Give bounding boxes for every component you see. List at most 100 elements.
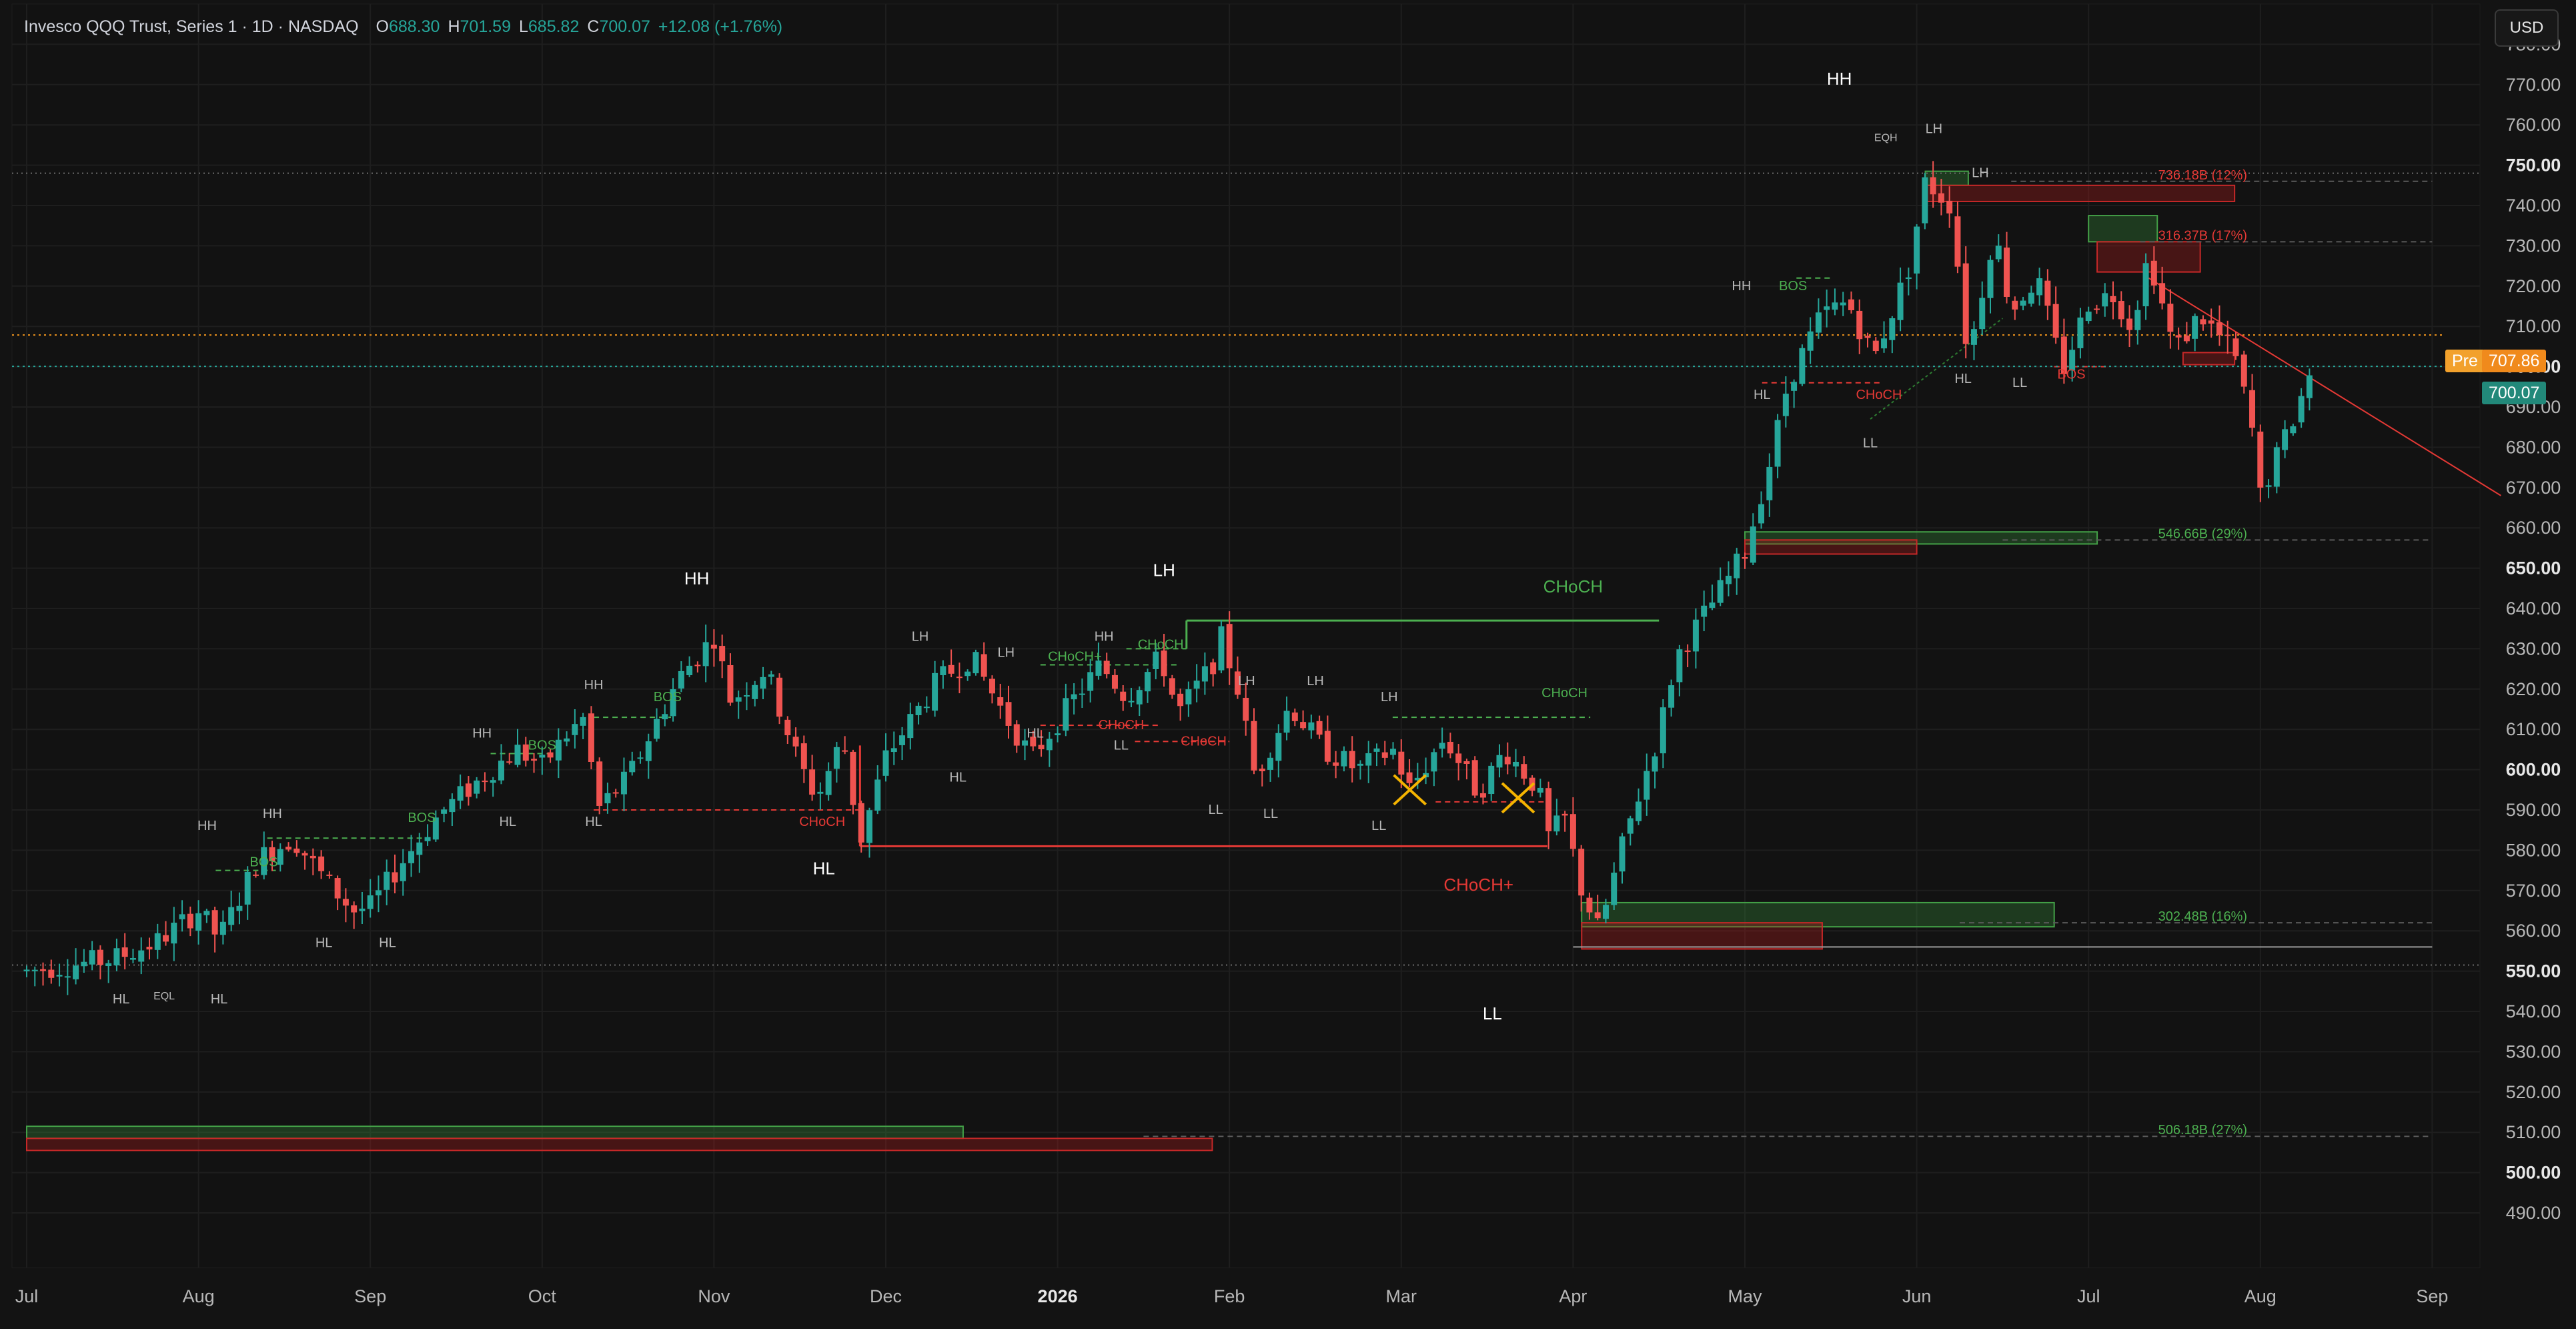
candle-down: [719, 646, 726, 662]
candle-up: [1283, 711, 1290, 733]
candle-up: [441, 809, 448, 814]
structure-label: BOS: [249, 855, 277, 870]
candle-down: [334, 878, 341, 899]
candle-up: [874, 779, 881, 811]
pre-market-price-tag: 707.86: [2482, 350, 2547, 372]
structure-label: BOS: [528, 738, 556, 753]
candle-down: [1300, 722, 1307, 729]
structure-label: LH: [998, 645, 1015, 660]
candle-down: [1946, 200, 1953, 213]
candle-down: [989, 679, 995, 694]
structure-label: HH: [1827, 69, 1852, 89]
candle-down: [792, 737, 799, 747]
candle-up: [1970, 329, 1977, 345]
candle-up: [882, 750, 889, 776]
y-tick-label: 490.00: [2506, 1203, 2561, 1223]
candle-up: [964, 671, 971, 677]
candle-down: [211, 910, 218, 935]
structure-label: LL: [1263, 807, 1278, 821]
structure-label: CHoCH: [1543, 576, 1603, 596]
currency-button[interactable]: USD: [2495, 9, 2559, 47]
candle-down: [506, 761, 513, 763]
candle-down: [809, 769, 816, 795]
candle-up: [580, 717, 586, 726]
candle-up: [498, 761, 504, 781]
candle-down: [1586, 897, 1593, 913]
candle-up: [899, 735, 906, 745]
candle-up: [1668, 685, 1675, 708]
candle-down: [1111, 675, 1118, 689]
candle-down: [252, 874, 259, 876]
symbol-title: Invesco QQQ Trust, Series 1 · 1D · NASDA…: [24, 17, 359, 36]
structure-label: CHoCH: [1098, 718, 1144, 733]
open-label: O: [376, 17, 389, 36]
x-tick-label: Jun: [1902, 1286, 1932, 1306]
candle-up: [1979, 298, 1986, 330]
price-chart[interactable]: 490.00 500.00 510.00 520.00 530.00 540.00 550.…: [0, 0, 2576, 1329]
candle-up: [1308, 722, 1315, 731]
candle-down: [293, 848, 300, 853]
structure-label: HH: [1732, 279, 1751, 294]
volume-level-label: 506.18B (27%): [2158, 1123, 2247, 1138]
candle-down: [1169, 678, 1175, 695]
candle-up: [219, 921, 226, 935]
candle-down: [1938, 193, 1944, 203]
candle-up: [1357, 763, 1363, 766]
candle-up: [1807, 331, 1814, 351]
structure-label: CHoCH: [799, 815, 845, 829]
candle-up: [1652, 756, 1658, 772]
bearish-zone: [26, 1138, 1213, 1152]
candle-up: [244, 871, 251, 905]
candle-down: [187, 913, 193, 929]
candle-down: [1930, 177, 1936, 195]
candle-down: [1561, 813, 1568, 816]
candle-down: [2175, 335, 2182, 338]
candle-up: [367, 895, 374, 909]
candle-up: [555, 739, 562, 761]
candle-up: [1193, 681, 1200, 689]
candle-up: [1701, 605, 1708, 617]
candle-down: [2004, 248, 2010, 297]
candle-up: [1390, 749, 1397, 755]
candle-down: [2159, 283, 2166, 304]
structure-label: HH: [472, 726, 492, 741]
candle-up: [825, 771, 832, 795]
candle-up: [424, 837, 431, 841]
candle-down: [1471, 760, 1478, 796]
candle-down: [1381, 752, 1388, 758]
candle-down: [1578, 849, 1585, 896]
candle-down: [710, 644, 717, 649]
candle-down: [1521, 764, 1527, 779]
candle-down: [342, 899, 349, 906]
candle-up: [2273, 447, 2280, 487]
candle-up: [2020, 300, 2026, 306]
y-tick-label: 750.00: [2506, 155, 2561, 175]
bullish-zone: [2088, 215, 2158, 243]
candle-up: [1758, 504, 1765, 524]
y-tick-label: 560.00: [2506, 921, 2561, 941]
structure-label: HL: [113, 992, 130, 1007]
candle-up: [2036, 278, 2043, 296]
candle-down: [2044, 280, 2051, 306]
candle-up: [654, 719, 660, 739]
candle-up: [1799, 348, 1806, 384]
volume-level-label: 736.18B (12%): [2158, 168, 2247, 183]
candle-down: [981, 654, 987, 677]
candle-down: [531, 759, 538, 761]
candle-up: [1439, 743, 1445, 749]
structure-label: CHoCH+: [1048, 650, 1102, 664]
y-tick-label: 510.00: [2506, 1122, 2561, 1142]
candle-up: [1840, 302, 1846, 306]
candle-down: [588, 713, 594, 763]
high-label: H: [448, 17, 460, 36]
bullish-zone: [26, 1126, 964, 1140]
volume-level-label: 302.48B (16%): [2158, 909, 2247, 924]
structure-label: HL: [1954, 372, 1972, 386]
candle-down: [1177, 693, 1184, 707]
structure-label: CHoCH: [1856, 388, 1902, 402]
candle-down: [2208, 320, 2214, 324]
candle-down: [2257, 431, 2264, 488]
candle-up: [572, 724, 578, 735]
candle-up: [129, 957, 136, 960]
candle-down: [956, 677, 962, 679]
